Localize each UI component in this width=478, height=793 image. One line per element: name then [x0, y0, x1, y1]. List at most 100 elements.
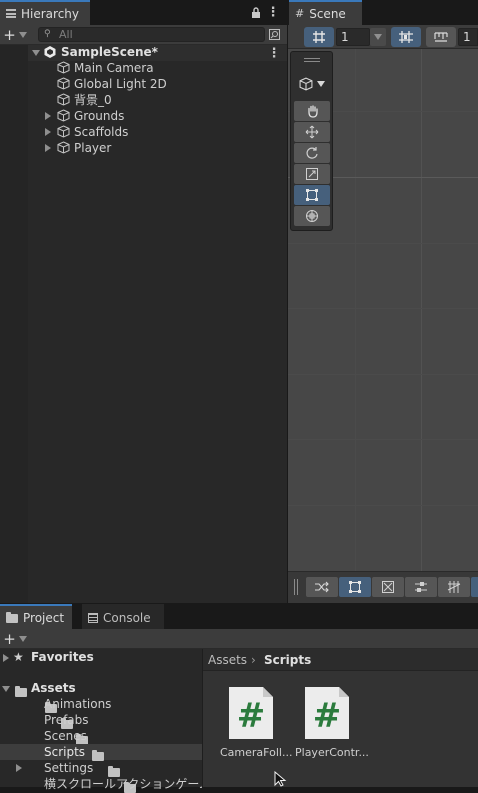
hierarchy-item-grounds[interactable]: Grounds	[74, 108, 124, 124]
tab-scene[interactable]: # Scene	[289, 0, 362, 25]
expand-arrow-icon[interactable]	[45, 144, 51, 152]
filter-search-icon[interactable]	[267, 27, 281, 42]
unity-scene-icon	[43, 45, 57, 59]
snap-toggle-button[interactable]	[391, 27, 421, 47]
chevron-right-icon: ›	[251, 653, 256, 667]
hierarchy-item-main-camera[interactable]: Main Camera	[74, 60, 154, 76]
folder-settings[interactable]: Settings	[44, 760, 93, 776]
rect-select-icon[interactable]	[339, 577, 371, 597]
scene-menu-icon[interactable]: ⋮	[268, 45, 281, 61]
overlay-drag-handle[interactable]	[304, 58, 320, 62]
tab-hierarchy-label: Hierarchy	[21, 6, 80, 21]
gameobject-icon	[57, 61, 71, 75]
grid-dropdown-button[interactable]	[370, 28, 386, 46]
gameobject-icon	[57, 77, 71, 91]
script-file-icon[interactable]: #	[227, 685, 275, 741]
lock-icon[interactable]	[249, 5, 263, 19]
chevron-down-icon	[18, 32, 27, 38]
gameobject-icon	[57, 109, 71, 123]
move-tool-icon[interactable]	[294, 122, 330, 142]
tab-scene-label: Scene	[309, 6, 346, 21]
script-file-label[interactable]: CameraFoll...	[220, 745, 292, 761]
overlay-drag-handle[interactable]	[294, 579, 298, 595]
folder-prefabs[interactable]: Prefabs	[44, 712, 89, 728]
chevron-down-icon	[18, 636, 27, 642]
hierarchy-item-player[interactable]: Player	[74, 140, 111, 156]
scale-handle-icon[interactable]	[372, 577, 404, 597]
assets-folder-label[interactable]: Assets	[31, 680, 76, 696]
grid-line	[288, 308, 478, 309]
breadcrumb-scripts[interactable]: Scripts	[264, 652, 311, 668]
hierarchy-item-background[interactable]: 背景_0	[74, 92, 112, 108]
project-folder-tree	[0, 649, 203, 787]
expand-arrow-icon[interactable]	[3, 654, 9, 662]
project-toolbar	[0, 629, 478, 649]
gameobject-icon	[57, 125, 71, 139]
console-icon	[88, 612, 98, 623]
align-icon[interactable]	[405, 577, 437, 597]
list-icon	[6, 9, 16, 18]
hierarchy-item-scaffolds[interactable]: Scaffolds	[74, 124, 128, 140]
expand-arrow-icon[interactable]	[2, 686, 10, 692]
hierarchy-gutter	[0, 45, 28, 603]
script-file-label[interactable]: PlayerContr...	[295, 745, 369, 761]
snap-size-field[interactable]: 1	[458, 28, 478, 46]
increment-icon[interactable]	[438, 577, 470, 597]
grid-toggle-button[interactable]	[304, 27, 334, 47]
grid-line	[288, 439, 478, 440]
tab-console[interactable]: Console	[82, 604, 164, 629]
expand-arrow-icon[interactable]	[16, 764, 22, 772]
tool-handle-dropdown[interactable]	[294, 74, 330, 94]
grid-line	[421, 49, 422, 571]
grid-size-field[interactable]: 1	[336, 28, 370, 46]
create-button[interactable]: +	[2, 26, 28, 44]
folder-image-assets[interactable]: 横スクロールアクションゲーム画像素	[44, 776, 202, 792]
gameobject-icon	[57, 93, 71, 107]
hand-tool-icon[interactable]	[294, 101, 330, 121]
star-icon: ★	[13, 650, 24, 664]
search-icon: ⚲	[44, 29, 51, 39]
expand-arrow-icon[interactable]	[45, 112, 51, 120]
rotate-tool-icon[interactable]	[294, 143, 330, 163]
grid-line	[288, 505, 478, 506]
chevron-down-icon	[317, 81, 325, 87]
folder-icon	[92, 750, 105, 761]
scene-tabbar-fill	[362, 0, 478, 25]
expand-arrow-icon[interactable]	[45, 128, 51, 136]
kebab-menu-icon[interactable]: ⋮	[267, 5, 280, 20]
script-file-icon[interactable]: #	[303, 685, 351, 741]
grid-line	[355, 49, 356, 571]
overflow-button[interactable]	[471, 577, 478, 597]
grid-icon: #	[295, 7, 305, 20]
grid-line	[288, 243, 478, 244]
folder-icon	[6, 612, 18, 623]
search-input[interactable]: ⚲ All	[38, 27, 265, 42]
scale-tool-icon[interactable]	[294, 164, 330, 184]
scene-name: SampleScene*	[61, 45, 158, 59]
increment-snap-button[interactable]	[426, 27, 456, 47]
tab-console-label: Console	[103, 610, 151, 625]
search-placeholder: All	[59, 28, 73, 41]
breadcrumb-assets[interactable]: Assets	[208, 652, 247, 668]
svg-text:#: #	[237, 696, 266, 736]
transform-tool-icon[interactable]	[294, 206, 330, 226]
hierarchy-item-global-light[interactable]: Global Light 2D	[74, 76, 167, 92]
folder-open-icon	[15, 686, 27, 697]
tab-hierarchy[interactable]: Hierarchy	[0, 0, 90, 25]
tab-project[interactable]: Project	[0, 604, 72, 629]
folder-animations[interactable]: Animations	[44, 696, 111, 712]
mouse-cursor-icon	[274, 770, 288, 787]
chevron-down-icon	[374, 34, 382, 40]
svg-text:#: #	[313, 696, 342, 736]
expand-arrow-icon[interactable]	[32, 50, 40, 56]
grid-line	[288, 374, 478, 375]
shuffle-icon[interactable]	[306, 577, 338, 597]
snap-size-value: 1	[463, 30, 471, 44]
project-create-button[interactable]: +	[2, 630, 28, 648]
rect-tool-icon[interactable]	[294, 185, 330, 205]
grid-size-value: 1	[341, 30, 349, 44]
tab-project-label: Project	[23, 610, 65, 625]
folder-scripts[interactable]: Scripts	[44, 744, 85, 760]
folder-scenes[interactable]: Scenes	[44, 728, 87, 744]
favorites-label[interactable]: Favorites	[31, 649, 94, 665]
